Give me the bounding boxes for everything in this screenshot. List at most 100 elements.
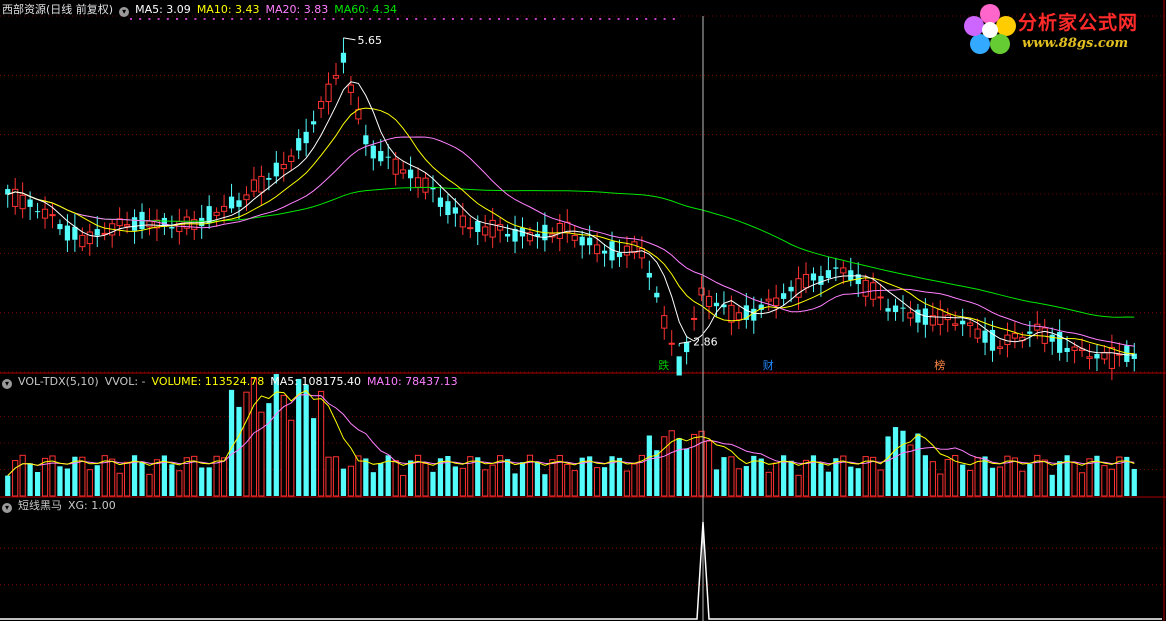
volume-ma10-readout: MA10: 78437.13 [366,375,458,388]
volume-bar [340,468,347,496]
candle-body [892,305,899,313]
volume-bar [27,463,33,496]
candle-body [220,205,228,212]
top-marker-dot [626,18,629,20]
candle-body [1086,356,1093,359]
candle-body [467,227,474,230]
volume-bar [1011,457,1019,497]
top-marker-dot [350,18,353,20]
volume-bar [363,458,369,496]
volume-bar [900,430,906,496]
volume-bar [475,457,481,496]
candle-body [661,315,668,329]
candle-body [363,135,369,145]
candle-body [654,292,660,298]
candle-body [668,342,675,345]
xg-readout: XG: 1.00 [68,499,116,512]
candle-body [1011,333,1019,339]
volume-bar [1041,459,1048,497]
flower-logo-icon [964,4,1016,54]
candle-body [623,245,631,256]
top-marker-dot [599,18,602,20]
top-marker-dot [672,18,675,20]
volume-bar [355,455,362,497]
top-marker-dot [534,18,537,20]
candle-body [1049,334,1055,342]
candle-body [556,223,563,239]
candle-body [303,131,309,144]
top-marker-dot [240,18,243,20]
top-marker-dot [525,18,528,20]
volume-bar [504,459,511,496]
volume-bar [646,435,652,496]
stock-title[interactable]: 西部资源(日线 前复权) [2,3,113,16]
candle-body [131,217,138,231]
volume-bar [795,474,802,497]
xg-signal-line [0,521,1162,620]
candle-body [802,273,810,289]
candle-body [705,295,713,307]
logo-text: 分析家公式网 [1018,12,1139,34]
ma5-line [7,81,1135,356]
main-chart-header: 西部资源(日线 前复权) ▾ MA5: 3.09 MA10: 3.43 MA20: 3.… [2,3,403,17]
top-marker-dot [231,18,234,20]
annotation-arrow [343,37,356,41]
candle-body [504,233,511,237]
volume-bar [482,469,489,497]
volume-ma5-readout: MA5: 108175.40 [270,375,361,388]
candle-body [213,211,220,216]
candle-body [243,194,250,201]
candle-body [437,197,444,207]
volume-panel-header: ▾ VOL-TDX(5,10) VVOL: - VOLUME: 113524.78 MA… [2,375,464,389]
candle-body [41,208,49,219]
volume-bar [877,469,884,497]
top-marker-dot [544,18,546,20]
candle-body [452,207,458,214]
top-marker-dot [130,18,132,20]
top-marker-dot [663,18,666,20]
top-marker-dot [295,18,298,20]
dropdown-icon[interactable]: ▾ [2,379,12,389]
top-marker-dot [617,18,620,20]
volume-bar [392,460,399,497]
volume-bar [616,457,623,496]
candle-body [1027,331,1033,334]
dropdown-icon[interactable]: ▾ [119,7,130,17]
volume-bar [661,436,668,497]
top-marker-dot [185,18,188,20]
volume-bar [176,470,183,497]
top-marker-dot [203,18,206,20]
volume-bar [542,474,548,496]
candle-body [273,162,279,177]
top-marker-dot [415,18,418,20]
volume-bar [116,472,123,497]
candle-body [228,196,235,209]
volume-indicator-title[interactable]: VOL-TDX(5,10) [18,375,99,388]
volume-bar [512,473,518,496]
dropdown-icon[interactable]: ▾ [2,503,12,513]
volume-bar [1049,474,1055,496]
top-marker-dot [479,18,482,20]
ma5-readout: MA5: 3.09 [135,3,191,16]
stock-chart-canvas[interactable]: 5.65 2.86 跌 财 榜 [0,0,1166,621]
top-marker-dot [488,18,491,20]
signal-indicator-title[interactable]: 短线黑马 [18,499,62,512]
volume-bar [206,467,212,496]
top-marker-dot [516,18,519,20]
top-marker-dot [157,18,160,20]
candle-body [475,221,481,232]
candle-body [340,52,347,63]
volume-bar [123,461,131,497]
candle-body [579,236,585,246]
volume-bar [758,458,764,496]
top-marker-dot [498,18,500,20]
volume-bar [594,467,601,497]
volume-bar [311,418,317,496]
volume-bar [489,464,496,497]
volume-bar [728,456,735,497]
candle-body [392,158,399,175]
volume-bar [519,462,526,496]
volume-bar [721,457,727,496]
candle-body [773,297,780,307]
candle-body [1064,347,1070,352]
